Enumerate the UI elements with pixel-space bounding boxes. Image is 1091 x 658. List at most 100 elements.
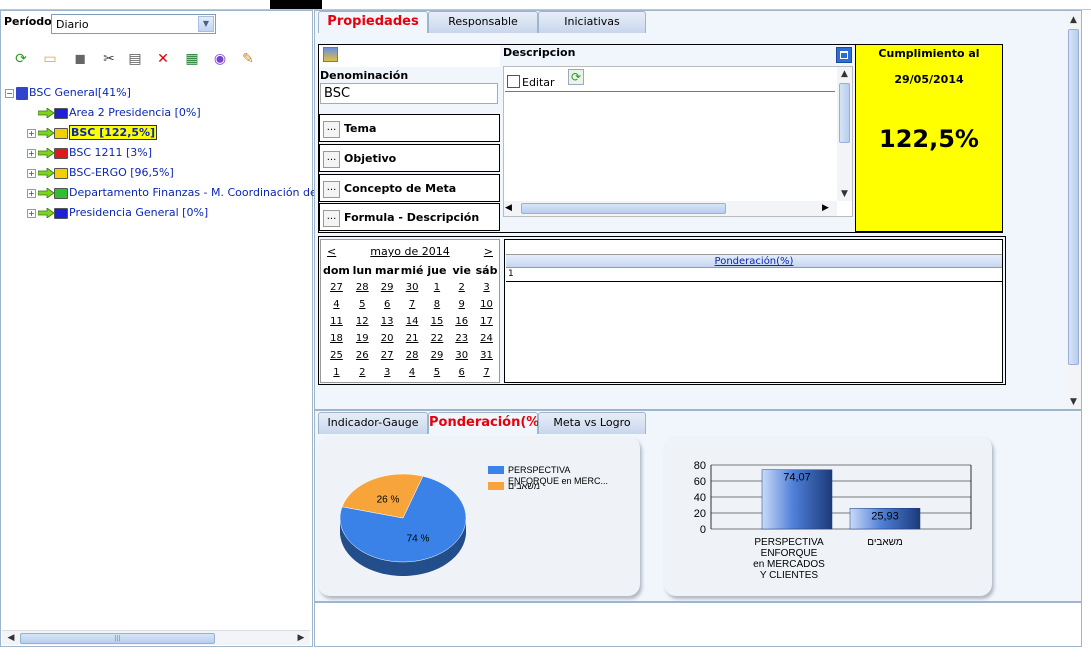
denominacion-input[interactable]: BSC [320,83,498,104]
folder-icon[interactable]: ▭ [41,50,59,68]
calendar-day[interactable]: 27 [323,279,350,296]
calendar-day[interactable]: 6 [375,296,400,313]
tab-meta-vs-logro[interactable]: Meta vs Logro [538,412,646,434]
expand-icon[interactable]: + [27,128,36,138]
tab-ponderacion[interactable]: Ponderación(%) [428,412,545,434]
scroll-left-icon[interactable]: ◀ [505,201,519,216]
save-icon[interactable] [323,47,338,62]
delete-icon[interactable]: ✕ [154,50,172,68]
calendar-day[interactable]: 28 [350,279,375,296]
calendar-day[interactable]: 19 [350,330,375,347]
scroll-thumb[interactable] [1068,29,1079,365]
calendar-day[interactable]: 7 [474,364,499,381]
calendar-day[interactable]: 21 [400,330,425,347]
descripcion-horizontal-scrollbar[interactable]: ◀ ▶ [504,201,837,216]
calendar-day[interactable]: 16 [449,313,474,330]
calendar-day[interactable]: 2 [350,364,375,381]
calendar-day[interactable]: 30 [449,347,474,364]
calendar-day[interactable]: 4 [400,364,425,381]
tab-responsable[interactable]: Responsable [428,11,538,33]
scroll-thumb[interactable] [521,203,726,214]
calendar-day[interactable]: 9 [449,296,474,313]
field-formula[interactable]: ... Formula - Descripción [319,203,500,231]
calendar-day[interactable]: 24 [474,330,499,347]
scroll-down-icon[interactable]: ▼ [1066,395,1081,409]
tree-item[interactable]: + Departamento Finanzas - M. Coordinación… [27,184,351,202]
calendar-day[interactable]: 1 [425,279,450,296]
calendar-day[interactable]: 25 [323,347,350,364]
scroll-right-icon[interactable]: ▶ [822,201,836,216]
expand-icon[interactable]: + [27,208,36,218]
calendar-day[interactable]: 31 [474,347,499,364]
calendar-day[interactable]: 17 [474,313,499,330]
calendar-day[interactable]: 3 [375,364,400,381]
period-select[interactable]: Diario ▼ [51,14,216,34]
tab-propiedades[interactable]: Propiedades [318,11,428,33]
tree-item[interactable]: + BSC [122,5%] [27,124,158,142]
tab-iniciativas[interactable]: Iniciativas [538,11,646,33]
scroll-thumb[interactable]: ||| [20,633,215,644]
scroll-down-icon[interactable]: ▼ [837,187,852,201]
cut-icon[interactable]: ✂ [100,50,118,68]
scroll-up-icon[interactable]: ▲ [837,67,852,81]
scroll-right-icon[interactable]: ▶ [294,632,308,645]
excel-icon[interactable]: ▦ [183,50,201,68]
calendar-day[interactable]: 5 [350,296,375,313]
calendar-next[interactable]: > [484,245,493,258]
ellipsis-button[interactable]: ... [323,210,340,227]
expand-icon[interactable]: + [27,148,36,158]
calendar-day[interactable]: 29 [425,347,450,364]
scroll-left-icon[interactable]: ◀ [4,632,18,645]
notes-icon[interactable]: ✎ [239,50,257,68]
descripcion-vertical-scrollbar[interactable]: ▲ ▼ [837,67,852,201]
calendar-day[interactable]: 28 [400,347,425,364]
calendar-day[interactable]: 23 [449,330,474,347]
tree-root[interactable]: − BSC General[41%] [5,84,131,102]
calendar-day[interactable]: 14 [400,313,425,330]
tree-item[interactable]: + Presidencia General [0%] [27,204,208,222]
tree-item[interactable]: + BSC 1211 [3%] [27,144,152,162]
ellipsis-button[interactable]: ... [323,181,340,198]
calendar-day[interactable]: 10 [474,296,499,313]
calendar-day[interactable]: 7 [400,296,425,313]
calendar-day[interactable]: 15 [425,313,450,330]
calendar-day[interactable]: 2 [449,279,474,296]
properties-vertical-scrollbar[interactable]: ▲ ▼ [1066,13,1081,409]
calendar-day[interactable]: 22 [425,330,450,347]
expand-icon[interactable]: + [27,188,36,198]
left-horizontal-scrollbar[interactable]: ◀ ||| ▶ [2,630,310,645]
field-objetivo[interactable]: ... Objetivo [319,144,500,172]
calendar-day[interactable]: 6 [449,364,474,381]
calendar-day[interactable]: 29 [375,279,400,296]
ellipsis-button[interactable]: ... [323,151,340,168]
calendar-day[interactable]: 20 [375,330,400,347]
field-concepto-meta[interactable]: ... Concepto de Meta [319,174,500,202]
scroll-thumb[interactable] [839,83,850,143]
calendar-day[interactable]: 30 [400,279,425,296]
maximize-icon[interactable] [836,47,852,63]
chevron-down-icon[interactable]: ▼ [198,16,214,32]
ellipsis-button[interactable]: ... [323,121,340,138]
calendar-day[interactable]: 27 [375,347,400,364]
field-tema[interactable]: ... Tema [319,114,500,142]
expand-icon[interactable]: + [27,168,36,178]
scroll-up-icon[interactable]: ▲ [1066,13,1081,27]
calendar-day[interactable]: 1 [323,364,350,381]
calendar-day[interactable]: 11 [323,313,350,330]
paste-icon[interactable]: ▤ [126,50,144,68]
tab-indicador-gauge[interactable]: Indicador-Gauge [318,412,428,434]
calendar-day[interactable]: 18 [323,330,350,347]
tree-item[interactable]: Area 2 Presidencia [0%] [27,104,201,122]
collapse-icon[interactable]: − [5,88,14,98]
calendar-day[interactable]: 4 [323,296,350,313]
refresh-icon[interactable]: ⟳ [568,69,584,85]
calendar-day[interactable]: 5 [425,364,450,381]
calendar-day[interactable]: 13 [375,313,400,330]
calendar-day[interactable]: 26 [350,347,375,364]
calendar-day[interactable]: 3 [474,279,499,296]
calendar-day[interactable]: 12 [350,313,375,330]
globe-icon[interactable]: ◉ [211,50,229,68]
tree-item[interactable]: + BSC-ERGO [96,5%] [27,164,174,182]
grid-header-ponderacion[interactable]: Ponderación(%) [506,254,1002,268]
descripcion-area[interactable] [503,66,853,217]
